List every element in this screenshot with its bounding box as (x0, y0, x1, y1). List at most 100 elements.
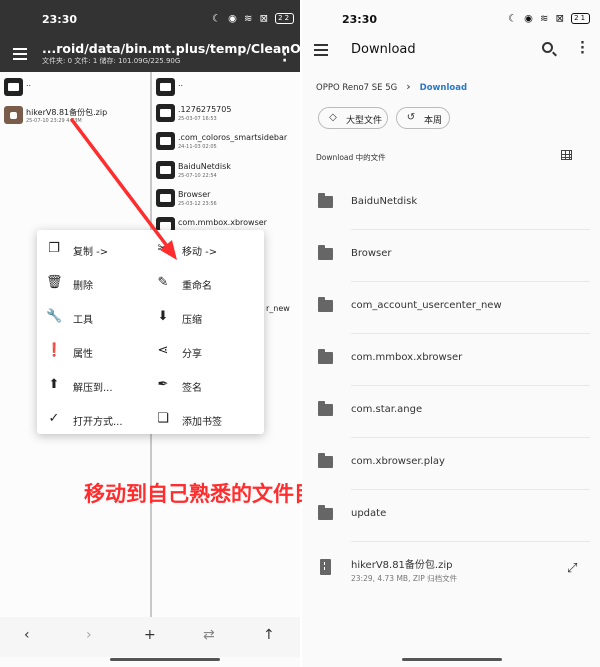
add-icon[interactable]: + (144, 627, 156, 643)
folder-name: com.xbrowser.play (351, 456, 445, 467)
chip-large-files[interactable]: ◇ 大型文件 (318, 107, 388, 129)
file-row[interactable]: hikerV8.81备份包.zip 23:29, 4.73 MB, ZIP 归档… (302, 542, 600, 592)
folder-name: com_account_usercenter_new (351, 300, 502, 311)
list-item[interactable]: Browser 25-03-12 23:56 (152, 187, 300, 215)
folder-row[interactable]: BaiduNetdisk (302, 178, 600, 230)
file-name: Browser (178, 190, 211, 199)
list-item[interactable]: .com_coloros_smartsidebar 24-11-03 02:05 (152, 130, 300, 158)
bookmark-icon: ❏ (157, 411, 169, 426)
download-icon: ⬇ (157, 309, 169, 324)
extract-icon: ⬆ (48, 377, 60, 392)
menu-item-properties[interactable]: ❗ 属性 (46, 342, 146, 362)
tag-icon: ◇ (329, 112, 337, 123)
path-title: ...roid/data/bin.mt.plus/temp/CleanOnExi… (42, 41, 342, 56)
battery-icon: 22 (275, 13, 295, 24)
more-icon[interactable]: · · · (580, 37, 585, 60)
breadcrumb-device[interactable]: OPPO Reno7 SE 5G (316, 83, 397, 93)
folder-name: com.star.ange (351, 404, 423, 415)
folder-row[interactable]: update (302, 490, 600, 542)
swap-icon[interactable]: ⇄ (203, 627, 215, 643)
zip-file-icon (320, 559, 331, 575)
bottom-nav: ‹ › + ⇄ ↑ (0, 617, 300, 657)
folder-icon (156, 189, 175, 207)
folder-icon (156, 161, 175, 179)
file-name: com.mmbox.xbrowser (178, 218, 267, 227)
file-name: .com_coloros_smartsidebar (178, 133, 288, 142)
file-meta: 25-03-12 23:56 (178, 201, 217, 207)
partial-file-name: r_new (266, 304, 290, 313)
breadcrumb-current[interactable]: Download (420, 83, 467, 93)
list-item[interactable]: .1276275705 25-03-07 16:53 (152, 102, 300, 130)
copy-icon: ❐ (48, 241, 60, 256)
menu-item-rename[interactable]: ✎ 重命名 (155, 274, 255, 294)
folder-icon (318, 401, 333, 416)
mt-manager-screen: 23:30 ☾ ◉ ≋ ⊠ 22 ...roid/data/bin.mt.plu… (0, 0, 341, 667)
sign-icon: ✒ (157, 377, 169, 392)
folder-name: update (351, 508, 387, 519)
folder-icon (318, 297, 333, 312)
folder-row[interactable]: com.mmbox.xbrowser (302, 334, 600, 386)
expand-icon[interactable]: ⤢ (567, 561, 577, 576)
status-time: 23:30 (42, 13, 78, 26)
folder-row[interactable]: Browser (302, 230, 600, 282)
menu-item-extract[interactable]: ⬆ 解压到... (46, 376, 146, 396)
folder-row[interactable]: com_account_usercenter_new (302, 282, 600, 334)
chip-this-week[interactable]: ↺ 本周 (396, 107, 450, 129)
file-name: hikerV8.81备份包.zip (351, 560, 453, 571)
home-indicator[interactable] (402, 658, 502, 661)
header: Download · · · (302, 36, 600, 66)
folder-name: BaiduNetdisk (351, 196, 418, 207)
menu-item-delete[interactable]: 🗑 删除 (46, 274, 146, 294)
menu-item-tools[interactable]: 🔧 工具 (46, 308, 146, 328)
menu-item-share[interactable]: ⋖ 分享 (155, 342, 255, 362)
folder-icon (318, 193, 333, 208)
chevron-right-icon: › (406, 80, 411, 93)
folder-icon (156, 132, 175, 150)
menu-icon[interactable] (13, 48, 27, 60)
up-icon[interactable]: ↑ (263, 627, 275, 643)
menu-item-open-with[interactable]: ✓ 打开方式... (46, 410, 146, 430)
back-icon[interactable]: ‹ (24, 627, 30, 643)
grid-view-icon[interactable] (561, 150, 572, 160)
storage-info: 文件夹: 0 文件: 1 储存: 101.09G/225.90G (42, 57, 181, 65)
file-name: BaiduNetdisk (178, 162, 231, 171)
status-icons: ☾ ◉ ≋ ⊠ 21 (508, 13, 591, 25)
menu-item-copy[interactable]: ❐ 复制 -> (46, 240, 146, 260)
menu-item-sign[interactable]: ✒ 签名 (155, 376, 255, 396)
folder-name: Browser (351, 248, 392, 259)
folder-icon (156, 78, 175, 96)
forward-icon[interactable]: › (86, 627, 92, 643)
pencil-icon: ✎ (157, 275, 169, 290)
home-indicator[interactable] (110, 658, 220, 661)
file-meta: 23:29, 4.73 MB, ZIP 归档文件 (351, 574, 458, 583)
list-item[interactable]: .. (0, 76, 150, 104)
zip-file-icon (4, 106, 23, 124)
file-name: .. (178, 79, 184, 88)
list-item[interactable]: BaiduNetdisk 25-07-10 22:54 (152, 159, 300, 187)
more-icon[interactable]: · · · (282, 42, 287, 68)
folder-icon (318, 245, 333, 260)
menu-icon[interactable] (314, 44, 328, 56)
folder-icon (318, 505, 333, 520)
file-name: .1276275705 (178, 105, 232, 114)
context-menu: ❐ 复制 -> 🗑 删除 🔧 工具 ❗ 属性 ⬆ 解压到... ✓ 打开方式... ✂ 移动 … (37, 230, 264, 434)
list-item[interactable]: .. (152, 76, 300, 104)
share-icon: ⋖ (157, 343, 169, 358)
history-icon: ↺ (406, 112, 416, 123)
menu-item-move[interactable]: ✂ 移动 -> (155, 240, 255, 260)
page-title: Download (351, 42, 416, 57)
battery-icon: 21 (571, 13, 591, 24)
status-bar: 23:30 ☾ ◉ ≋ ⊠ 21 (302, 0, 600, 36)
folder-row[interactable]: com.xbrowser.play (302, 438, 600, 490)
folder-icon (318, 349, 333, 364)
search-icon[interactable] (542, 42, 553, 53)
file-meta: 25-07-10 22:54 (178, 173, 217, 179)
status-icons: ☾ ◉ ≋ ⊠ 22 (212, 13, 295, 25)
list-item[interactable]: hikerV8.81备份包.zip 25-07-10 23:29 4.73M (0, 104, 150, 132)
info-icon: ❗ (46, 343, 63, 358)
menu-item-bookmark[interactable]: ❏ 添加书签 (155, 410, 255, 430)
file-name: hikerV8.81备份包.zip (26, 108, 108, 117)
section-title: Download 中的文件 (316, 153, 386, 162)
folder-row[interactable]: com.star.ange (302, 386, 600, 438)
menu-item-compress[interactable]: ⬇ 压缩 (155, 308, 255, 328)
